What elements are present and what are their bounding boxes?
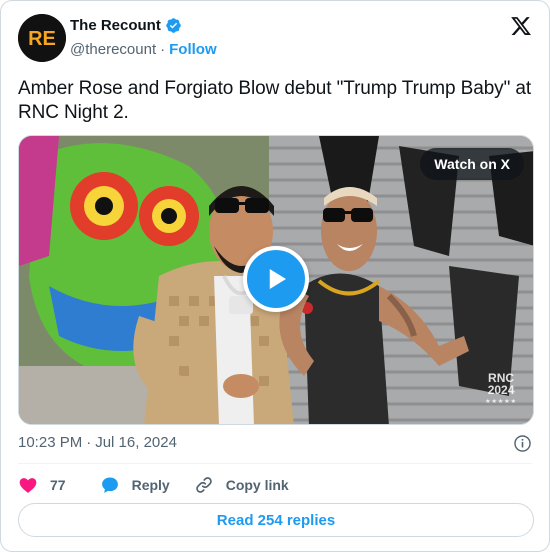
watch-on-x-button[interactable]: Watch on X bbox=[420, 148, 524, 180]
embedded-tweet-card: RE The Recount @therecount · Follow Ambe… bbox=[0, 0, 550, 552]
author-display-name[interactable]: The Recount bbox=[70, 17, 161, 34]
author-handle[interactable]: @therecount bbox=[70, 41, 156, 58]
watermark-stars: ★★★★★ bbox=[485, 399, 517, 405]
tweet-text: Amber Rose and Forgiato Blow debut "Trum… bbox=[18, 78, 532, 123]
author-avatar[interactable]: RE bbox=[18, 14, 66, 62]
reply-bubble-icon bbox=[101, 477, 118, 493]
copy-link-label: Copy link bbox=[225, 477, 289, 493]
tweet-actions: 77 Reply Copy link bbox=[18, 473, 289, 497]
recount-logo-icon: RE bbox=[18, 14, 66, 62]
x-logo-icon[interactable] bbox=[510, 15, 532, 37]
rnc-watermark: RNC 2024 ★★★★★ bbox=[485, 372, 517, 408]
verified-badge-icon bbox=[166, 18, 181, 33]
like-count: 77 bbox=[50, 477, 66, 493]
handle-separator: · bbox=[160, 41, 166, 58]
video-thumbnail[interactable]: Watch on X RNC 2024 ★★★★★ bbox=[18, 135, 534, 425]
read-replies-button[interactable]: Read 254 replies bbox=[18, 503, 534, 537]
tweet-time: 10:23 PM bbox=[18, 434, 83, 451]
heart-icon bbox=[19, 478, 37, 493]
tweet-date: Jul 16, 2024 bbox=[95, 434, 177, 451]
svg-text:RE: RE bbox=[28, 28, 56, 50]
watermark-line2: 2024 bbox=[487, 383, 515, 397]
play-icon bbox=[269, 269, 286, 289]
follow-button[interactable]: Follow bbox=[169, 41, 217, 58]
author-handle-row: @therecount · Follow bbox=[70, 41, 217, 58]
reply-button[interactable]: Reply bbox=[100, 475, 170, 495]
like-button[interactable]: 77 bbox=[18, 475, 66, 495]
reply-label: Reply bbox=[131, 477, 170, 493]
tweet-timestamp[interactable]: 10:23 PM · Jul 16, 2024 bbox=[18, 434, 177, 451]
info-icon[interactable] bbox=[513, 434, 532, 453]
time-separator: · bbox=[86, 434, 92, 451]
link-icon bbox=[195, 477, 212, 493]
copy-link-button[interactable]: Copy link bbox=[194, 475, 289, 495]
divider bbox=[18, 463, 532, 464]
author-name-row: The Recount bbox=[70, 17, 182, 34]
play-button[interactable] bbox=[243, 246, 309, 312]
